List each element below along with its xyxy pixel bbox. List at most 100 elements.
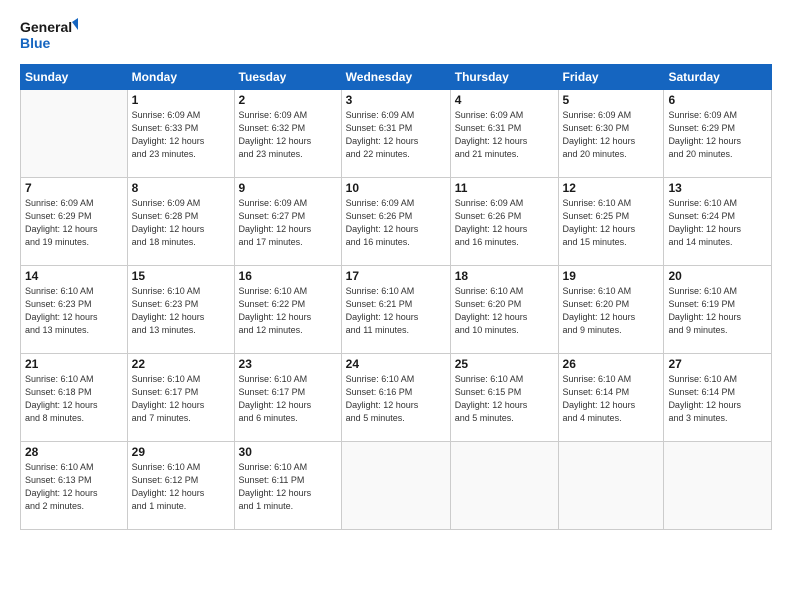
day-info: Sunrise: 6:10 AMSunset: 6:21 PMDaylight:… — [346, 285, 446, 337]
calendar-cell: 7Sunrise: 6:09 AMSunset: 6:29 PMDaylight… — [21, 178, 128, 266]
day-number: 24 — [346, 357, 446, 371]
calendar-cell: 27 Sunrise: 6:10 AMSunset: 6:14 PMDayligh… — [664, 354, 772, 442]
day-info: Sunrise: 6:10 AMSunset: 6:17 PMDaylight:… — [132, 373, 230, 425]
day-number: 10 — [346, 181, 446, 195]
calendar-cell: 12Sunrise: 6:10 AMSunset: 6:25 PMDayligh… — [558, 178, 664, 266]
weekday-header-saturday: Saturday — [664, 65, 772, 90]
day-number: 5 — [563, 93, 660, 107]
day-info: Sunrise: 6:10 AMSunset: 6:18 PMDaylight:… — [25, 373, 123, 425]
day-number: 4 — [455, 93, 554, 107]
day-number: 8 — [132, 181, 230, 195]
calendar-week-1: 1Sunrise: 6:09 AMSunset: 6:33 PMDaylight… — [21, 90, 772, 178]
day-info: Sunrise: 6:10 AMSunset: 6:16 PMDaylight:… — [346, 373, 446, 425]
day-info: Sunrise: 6:10 AMSunset: 6:13 PMDaylight:… — [25, 461, 123, 513]
day-info: Sunrise: 6:09 AMSunset: 6:30 PMDaylight:… — [563, 109, 660, 161]
day-info: Sunrise: 6:10 AMSunset: 6:23 PMDaylight:… — [25, 285, 123, 337]
weekday-header-monday: Monday — [127, 65, 234, 90]
day-number: 13 — [668, 181, 767, 195]
weekday-header-wednesday: Wednesday — [341, 65, 450, 90]
calendar-cell — [664, 442, 772, 530]
calendar: SundayMondayTuesdayWednesdayThursdayFrid… — [20, 64, 772, 530]
day-info: Sunrise: 6:10 AMSunset: 6:12 PMDaylight:… — [132, 461, 230, 513]
calendar-cell: 3 Sunrise: 6:09 AMSunset: 6:31 PMDaylight… — [341, 90, 450, 178]
day-info: Sunrise: 6:10 AMSunset: 6:20 PMDaylight:… — [455, 285, 554, 337]
calendar-cell: 22 Sunrise: 6:10 AMSunset: 6:17 PMDayligh… — [127, 354, 234, 442]
calendar-cell: 13 Sunrise: 6:10 AMSunset: 6:24 PMDayligh… — [664, 178, 772, 266]
calendar-cell — [450, 442, 558, 530]
calendar-cell: 28 Sunrise: 6:10 AMSunset: 6:13 PMDayligh… — [21, 442, 128, 530]
day-number: 1 — [132, 93, 230, 107]
weekday-header-thursday: Thursday — [450, 65, 558, 90]
calendar-cell: 15Sunrise: 6:10 AMSunset: 6:23 PMDayligh… — [127, 266, 234, 354]
page: General Blue SundayMondayTuesdayWednesda… — [0, 0, 792, 612]
calendar-cell — [21, 90, 128, 178]
calendar-week-3: 14 Sunrise: 6:10 AMSunset: 6:23 PMDayligh… — [21, 266, 772, 354]
weekday-header-row: SundayMondayTuesdayWednesdayThursdayFrid… — [21, 65, 772, 90]
day-info: Sunrise: 6:09 AMSunset: 6:29 PMDaylight:… — [668, 109, 767, 161]
day-info: Sunrise: 6:09 AMSunset: 6:31 PMDaylight:… — [455, 109, 554, 161]
day-info: Sunrise: 6:10 AMSunset: 6:20 PMDaylight:… — [563, 285, 660, 337]
calendar-cell: 16 Sunrise: 6:10 AMSunset: 6:22 PMDayligh… — [234, 266, 341, 354]
day-info: Sunrise: 6:09 AMSunset: 6:26 PMDaylight:… — [346, 197, 446, 249]
header: General Blue — [20, 16, 772, 54]
day-info: Sunrise: 6:09 AMSunset: 6:32 PMDaylight:… — [239, 109, 337, 161]
day-number: 16 — [239, 269, 337, 283]
calendar-cell — [341, 442, 450, 530]
day-info: Sunrise: 6:10 AMSunset: 6:14 PMDaylight:… — [563, 373, 660, 425]
day-number: 6 — [668, 93, 767, 107]
calendar-cell: 26 Sunrise: 6:10 AMSunset: 6:14 PMDayligh… — [558, 354, 664, 442]
weekday-header-friday: Friday — [558, 65, 664, 90]
day-number: 29 — [132, 445, 230, 459]
calendar-cell: 23 Sunrise: 6:10 AMSunset: 6:17 PMDayligh… — [234, 354, 341, 442]
day-number: 30 — [239, 445, 337, 459]
day-info: Sunrise: 6:09 AMSunset: 6:28 PMDaylight:… — [132, 197, 230, 249]
day-number: 11 — [455, 181, 554, 195]
day-number: 3 — [346, 93, 446, 107]
calendar-cell: 5 Sunrise: 6:09 AMSunset: 6:30 PMDaylight… — [558, 90, 664, 178]
day-number: 19 — [563, 269, 660, 283]
day-info: Sunrise: 6:10 AMSunset: 6:24 PMDaylight:… — [668, 197, 767, 249]
day-number: 20 — [668, 269, 767, 283]
day-info: Sunrise: 6:09 AMSunset: 6:26 PMDaylight:… — [455, 197, 554, 249]
day-info: Sunrise: 6:10 AMSunset: 6:14 PMDaylight:… — [668, 373, 767, 425]
calendar-cell — [558, 442, 664, 530]
day-info: Sunrise: 6:09 AMSunset: 6:31 PMDaylight:… — [346, 109, 446, 161]
day-info: Sunrise: 6:10 AMSunset: 6:15 PMDaylight:… — [455, 373, 554, 425]
calendar-cell: 24 Sunrise: 6:10 AMSunset: 6:16 PMDayligh… — [341, 354, 450, 442]
day-number: 28 — [25, 445, 123, 459]
calendar-cell: 20Sunrise: 6:10 AMSunset: 6:19 PMDayligh… — [664, 266, 772, 354]
day-number: 27 — [668, 357, 767, 371]
calendar-cell: 8 Sunrise: 6:09 AMSunset: 6:28 PMDaylight… — [127, 178, 234, 266]
day-info: Sunrise: 6:10 AMSunset: 6:23 PMDaylight:… — [132, 285, 230, 337]
day-number: 23 — [239, 357, 337, 371]
weekday-header-tuesday: Tuesday — [234, 65, 341, 90]
day-number: 25 — [455, 357, 554, 371]
day-info: Sunrise: 6:09 AMSunset: 6:27 PMDaylight:… — [239, 197, 337, 249]
calendar-cell: 25 Sunrise: 6:10 AMSunset: 6:15 PMDayligh… — [450, 354, 558, 442]
calendar-cell: 1Sunrise: 6:09 AMSunset: 6:33 PMDaylight… — [127, 90, 234, 178]
calendar-week-5: 28 Sunrise: 6:10 AMSunset: 6:13 PMDayligh… — [21, 442, 772, 530]
calendar-cell: 19 Sunrise: 6:10 AMSunset: 6:20 PMDayligh… — [558, 266, 664, 354]
logo: General Blue — [20, 16, 80, 54]
day-number: 26 — [563, 357, 660, 371]
day-info: Sunrise: 6:10 AMSunset: 6:22 PMDaylight:… — [239, 285, 337, 337]
calendar-cell: 6 Sunrise: 6:09 AMSunset: 6:29 PMDaylight… — [664, 90, 772, 178]
calendar-week-4: 21Sunrise: 6:10 AMSunset: 6:18 PMDayligh… — [21, 354, 772, 442]
calendar-cell: 21Sunrise: 6:10 AMSunset: 6:18 PMDayligh… — [21, 354, 128, 442]
calendar-cell: 10 Sunrise: 6:09 AMSunset: 6:26 PMDayligh… — [341, 178, 450, 266]
logo-svg: General Blue — [20, 16, 80, 54]
day-number: 12 — [563, 181, 660, 195]
day-number: 14 — [25, 269, 123, 283]
calendar-week-2: 7Sunrise: 6:09 AMSunset: 6:29 PMDaylight… — [21, 178, 772, 266]
calendar-cell: 17Sunrise: 6:10 AMSunset: 6:21 PMDayligh… — [341, 266, 450, 354]
day-number: 22 — [132, 357, 230, 371]
day-number: 9 — [239, 181, 337, 195]
day-info: Sunrise: 6:10 AMSunset: 6:17 PMDaylight:… — [239, 373, 337, 425]
calendar-cell: 4 Sunrise: 6:09 AMSunset: 6:31 PMDaylight… — [450, 90, 558, 178]
day-number: 18 — [455, 269, 554, 283]
calendar-cell: 18 Sunrise: 6:10 AMSunset: 6:20 PMDayligh… — [450, 266, 558, 354]
calendar-cell: 30Sunrise: 6:10 AMSunset: 6:11 PMDayligh… — [234, 442, 341, 530]
day-info: Sunrise: 6:09 AMSunset: 6:29 PMDaylight:… — [25, 197, 123, 249]
calendar-cell: 11 Sunrise: 6:09 AMSunset: 6:26 PMDayligh… — [450, 178, 558, 266]
calendar-cell: 2Sunrise: 6:09 AMSunset: 6:32 PMDaylight… — [234, 90, 341, 178]
